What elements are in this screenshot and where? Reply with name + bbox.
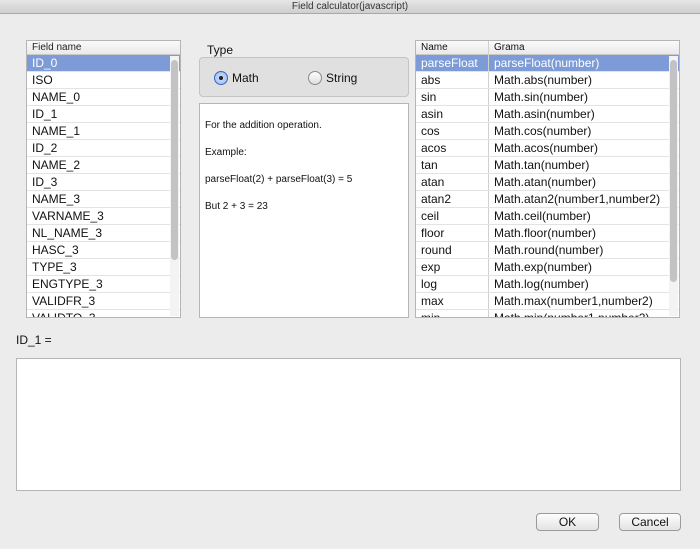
function-table-row[interactable]: ceil Math.ceil(number): [416, 208, 679, 225]
field-list-item[interactable]: TYPE_3: [27, 259, 180, 276]
function-name-cell: min: [416, 310, 489, 317]
field-list-item[interactable]: ID_0: [27, 55, 180, 72]
field-list-item[interactable]: ID_2: [27, 140, 180, 157]
function-table-row[interactable]: sin Math.sin(number): [416, 89, 679, 106]
field-list-item[interactable]: HASC_3: [27, 242, 180, 259]
function-table-row[interactable]: tan Math.tan(number): [416, 157, 679, 174]
function-table-row[interactable]: atan Math.atan(number): [416, 174, 679, 191]
help-line: For the addition operation.: [205, 120, 322, 131]
field-list-scroll-thumb[interactable]: [171, 60, 178, 260]
function-table-row[interactable]: asin Math.asin(number): [416, 106, 679, 123]
function-name-cell: log: [416, 276, 489, 292]
field-name-header: Field name: [27, 41, 180, 55]
field-list-item[interactable]: NAME_2: [27, 157, 180, 174]
radio-math-label: Math: [232, 71, 259, 85]
function-grama-cell: Math.round(number): [494, 243, 604, 257]
field-list-item[interactable]: ISO: [27, 72, 180, 89]
field-list-item[interactable]: NL_NAME_3: [27, 225, 180, 242]
function-grama-cell: Math.log(number): [494, 277, 589, 291]
function-name-cell: parseFloat: [416, 55, 489, 71]
field-name-rows: ID_0 ISO NAME_0 ID_1 NAME_1 ID_2 NAME_2 ID_3 NAM…: [27, 55, 180, 317]
radio-string[interactable]: String: [308, 70, 357, 86]
function-table-scrollbar[interactable]: [669, 56, 678, 316]
function-name-cell: round: [416, 242, 489, 258]
function-table[interactable]: Name Grama parseFloat parseFloat(number) a…: [415, 40, 680, 318]
function-grama-cell: Math.asin(number): [494, 107, 595, 121]
function-table-row[interactable]: floor Math.floor(number): [416, 225, 679, 242]
function-table-scroll-thumb[interactable]: [670, 60, 677, 282]
function-table-row[interactable]: log Math.log(number): [416, 276, 679, 293]
function-grama-cell: Math.tan(number): [494, 158, 590, 172]
function-grama-cell: Math.cos(number): [494, 124, 592, 138]
column-header-grama[interactable]: Grama: [489, 41, 679, 54]
function-table-rows: parseFloat parseFloat(number) abs Math.abs(…: [416, 55, 679, 318]
radio-math-dot[interactable]: [214, 71, 228, 85]
function-grama-cell: Math.sin(number): [494, 90, 589, 104]
help-line: parseFloat(2) + parseFloat(3) = 5: [205, 174, 353, 185]
function-grama-cell: Math.acos(number): [494, 141, 599, 155]
function-table-row[interactable]: exp Math.exp(number): [416, 259, 679, 276]
help-line: Example:: [205, 147, 247, 158]
field-list-item[interactable]: VALIDTO_3: [27, 310, 180, 317]
expression-input[interactable]: [16, 358, 681, 491]
field-list-item[interactable]: ID_1: [27, 106, 180, 123]
function-grama-cell: Math.max(number1,number2): [494, 294, 653, 308]
function-name-cell: acos: [416, 140, 489, 156]
function-grama-cell: Math.min(number1,number2): [494, 311, 650, 318]
radio-string-dot[interactable]: [308, 71, 322, 85]
function-name-cell: abs: [416, 72, 489, 88]
field-list-item[interactable]: NAME_0: [27, 89, 180, 106]
function-name-cell: tan: [416, 157, 489, 173]
function-name-cell: asin: [416, 106, 489, 122]
function-table-row[interactable]: round Math.round(number): [416, 242, 679, 259]
function-name-cell: atan2: [416, 191, 489, 207]
function-grama-cell: Math.floor(number): [494, 226, 597, 240]
function-name-cell: max: [416, 293, 489, 309]
window-title: Field calculator(javascript): [291, 1, 409, 12]
function-grama-cell: parseFloat(number): [494, 56, 600, 70]
radio-math[interactable]: Math: [214, 70, 259, 86]
field-list-item[interactable]: ID_3: [27, 174, 180, 191]
function-grama-cell: Math.atan(number): [494, 175, 597, 189]
ok-button[interactable]: OK: [536, 513, 599, 531]
function-table-row[interactable]: abs Math.abs(number): [416, 72, 679, 89]
help-text-panel: For the addition operation. Example: par…: [199, 103, 409, 318]
function-table-row[interactable]: cos Math.cos(number): [416, 123, 679, 140]
function-name-cell: atan: [416, 174, 489, 190]
column-header-name[interactable]: Name: [416, 41, 489, 54]
function-name-cell: floor: [416, 225, 489, 241]
field-list-item[interactable]: VALIDFR_3: [27, 293, 180, 310]
function-name-cell: cos: [416, 123, 489, 139]
function-name-cell: sin: [416, 89, 489, 105]
function-grama-cell: Math.atan2(number1,number2): [494, 192, 661, 206]
function-name-cell: ceil: [416, 208, 489, 224]
function-table-header: Name Grama: [416, 41, 679, 55]
function-table-row[interactable]: acos Math.acos(number): [416, 140, 679, 157]
radio-string-label: String: [326, 71, 358, 85]
function-grama-cell: Math.exp(number): [494, 260, 593, 274]
field-list-item[interactable]: ENGTYPE_3: [27, 276, 180, 293]
function-table-row[interactable]: min Math.min(number1,number2): [416, 310, 679, 318]
cancel-button[interactable]: Cancel: [619, 513, 681, 531]
field-list-item[interactable]: VARNAME_3: [27, 208, 180, 225]
function-grama-cell: Math.ceil(number): [494, 209, 591, 223]
field-name-list[interactable]: Field name ID_0 ISO NAME_0 ID_1 NAME_1 ID_2 NA…: [26, 40, 181, 318]
function-grama-cell: Math.abs(number): [494, 73, 593, 87]
window-title-bar: Field calculator(javascript): [0, 0, 700, 14]
field-list-item[interactable]: NAME_1: [27, 123, 180, 140]
type-radio-group: Math String: [199, 57, 409, 97]
function-name-cell: exp: [416, 259, 489, 275]
function-table-row[interactable]: atan2 Math.atan2(number1,number2): [416, 191, 679, 208]
function-table-row[interactable]: parseFloat parseFloat(number): [416, 55, 679, 72]
field-list-scrollbar[interactable]: [170, 56, 179, 316]
expression-label: ID_1 =: [16, 333, 52, 347]
type-label: Type: [207, 43, 234, 57]
field-list-item[interactable]: NAME_3: [27, 191, 180, 208]
function-table-row[interactable]: max Math.max(number1,number2): [416, 293, 679, 310]
help-line: But 2 + 3 = 23: [205, 201, 268, 212]
